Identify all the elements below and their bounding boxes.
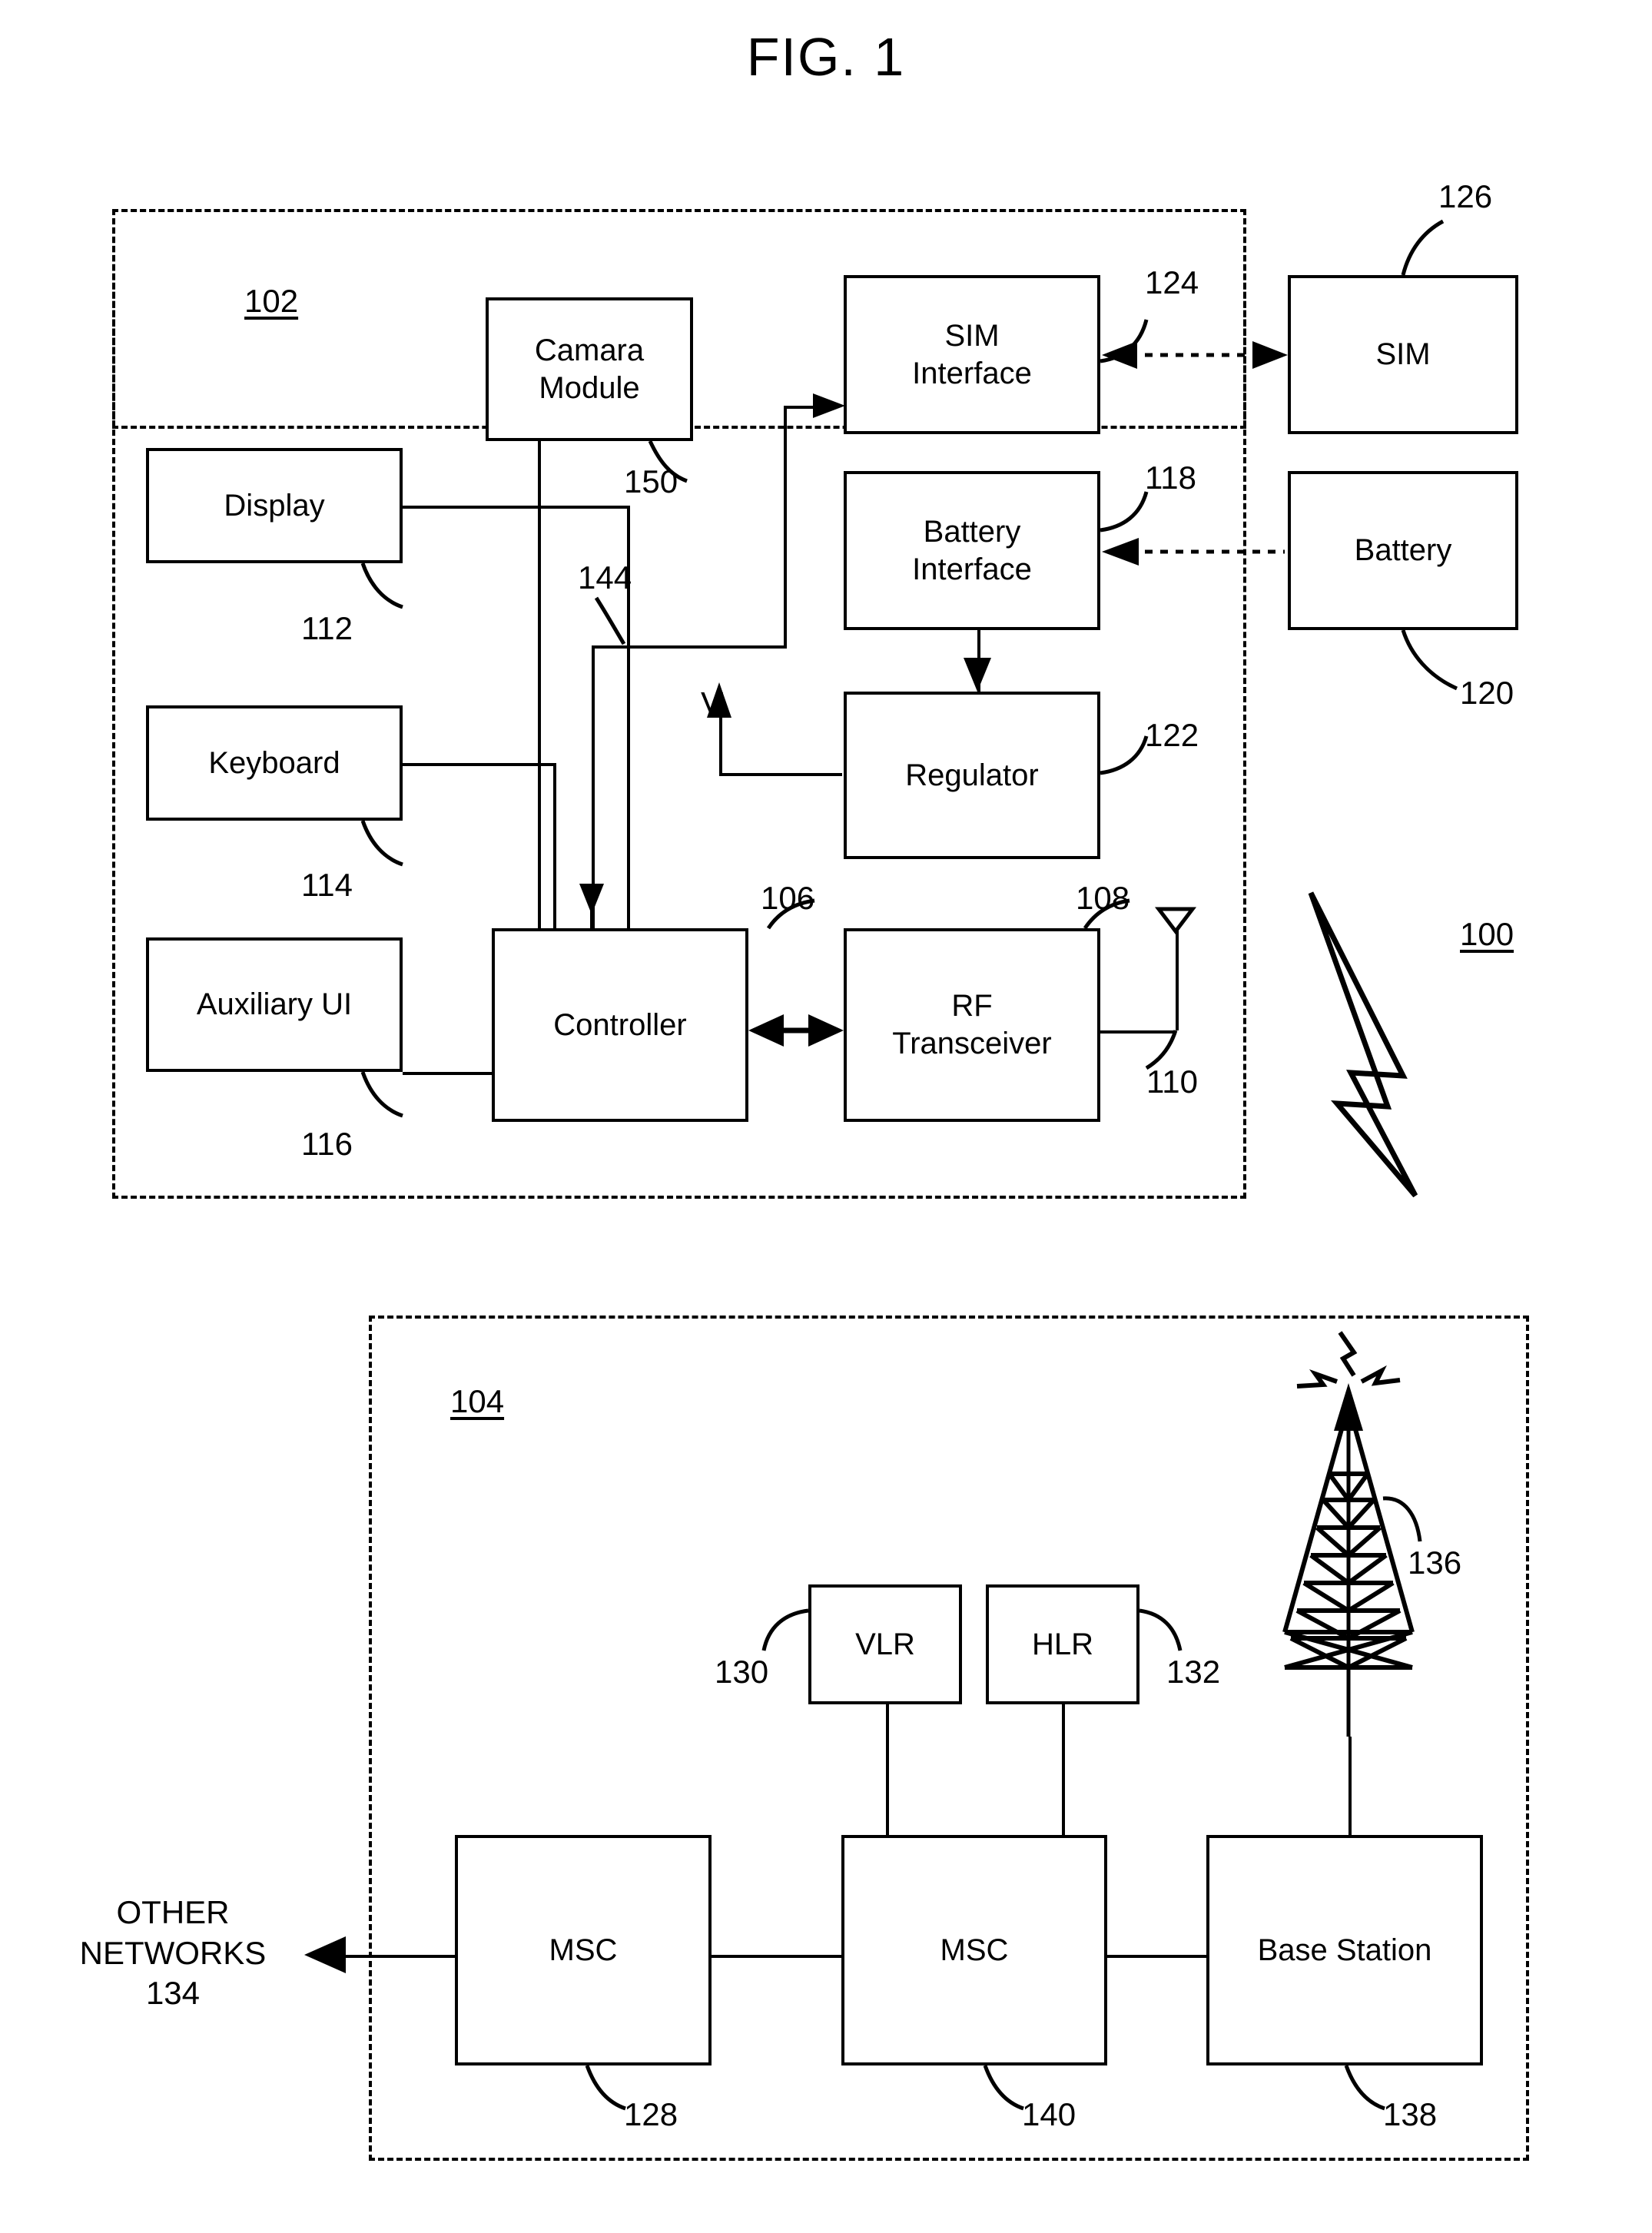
patent-figure-page: FIG. 1 102 104 Display 112 Keyboard 114 … [0, 0, 1652, 2233]
auxiliary-ui-label: Auxiliary UI [196, 987, 353, 1022]
vlr-block[interactable]: VLR [808, 1584, 962, 1704]
msc-left-ref: 128 [624, 2096, 678, 2132]
wire-msc-left-to-center [711, 1955, 841, 1958]
base-station-label: Base Station [1257, 1933, 1432, 1967]
system-ref: 100 [1460, 916, 1514, 952]
hlr-block[interactable]: HLR [986, 1584, 1139, 1704]
tower-ref: 136 [1408, 1545, 1462, 1581]
bus-144-ref: 144 [578, 559, 632, 596]
base-station-ref: 138 [1383, 2096, 1438, 2132]
wire-antenna-mast [1176, 928, 1179, 1030]
network-ref: 104 [450, 1383, 505, 1419]
wire-rf-to-antenna [1100, 1030, 1176, 1034]
controller-label: Controller [553, 1007, 687, 1042]
sim-interface-block[interactable]: SIM Interface [844, 275, 1100, 434]
wire-bus-144-horizontal [592, 645, 784, 649]
hlr-label: HLR [1031, 1627, 1094, 1661]
camera-module-ref: 150 [624, 463, 678, 499]
battery-ref: 120 [1460, 675, 1514, 711]
figure-title: FIG. 1 [746, 27, 906, 87]
mobile-device-ref: 102 [244, 283, 299, 319]
camera-module-label: Camara Module [534, 333, 645, 405]
sim-interface-label: SIM Interface [912, 318, 1032, 390]
wire-base-station-to-tower [1348, 1737, 1352, 1837]
wire-bus-144-to-sim-interface [784, 406, 822, 409]
msc-left-block[interactable]: MSC [455, 1835, 712, 2065]
wire-bus-144-riser [784, 406, 787, 649]
antenna-ref: 110 [1146, 1063, 1198, 1100]
wire-regulator-output [719, 773, 842, 776]
wire-battery-interface-to-regulator [977, 630, 980, 692]
wire-display-to-controller [403, 506, 627, 509]
other-networks-label: OTHER NETWORKS 134 [79, 1894, 267, 2011]
leader-battery [1401, 629, 1458, 691]
base-station-block[interactable]: Base Station [1206, 1835, 1483, 2065]
leader-sim [1401, 219, 1445, 276]
keyboard-label: Keyboard [208, 745, 340, 780]
regulator-ref: 122 [1145, 717, 1199, 753]
wire-msc-center-to-base-station [1106, 1955, 1206, 1958]
battery-label: Battery [1354, 533, 1452, 568]
battery-interface-ref: 118 [1145, 460, 1196, 496]
wire-msc-to-other-networks [330, 1955, 455, 1958]
battery-block[interactable]: Battery [1288, 471, 1518, 630]
rf-transceiver-label: RF Transceiver [892, 989, 1052, 1060]
camera-module-block[interactable]: Camara Module [486, 297, 693, 441]
display-label: Display [224, 488, 325, 523]
display-ref: 112 [301, 610, 353, 646]
auxiliary-ui-block[interactable]: Auxiliary UI [146, 937, 403, 1072]
rf-link-lightning-icon [1308, 891, 1418, 1198]
display-block[interactable]: Display [146, 448, 403, 563]
keyboard-block[interactable]: Keyboard [146, 705, 403, 821]
keyboard-ref: 114 [301, 867, 353, 903]
sim-block[interactable]: SIM [1288, 275, 1518, 434]
msc-center-ref: 140 [1022, 2096, 1076, 2132]
regulator-block[interactable]: Regulator [844, 692, 1100, 859]
rf-transceiver-ref: 108 [1076, 880, 1130, 916]
msc-center-label: MSC [940, 1933, 1009, 1967]
battery-interface-label: Battery Interface [912, 514, 1032, 586]
vlr-label: VLR [855, 1627, 915, 1661]
controller-ref: 106 [761, 880, 815, 916]
controller-block[interactable]: Controller [492, 928, 748, 1122]
wire-vlr-to-msc [886, 1704, 889, 1835]
msc-center-block[interactable]: MSC [841, 1835, 1107, 2065]
wire-hlr-to-msc [1062, 1704, 1065, 1835]
sim-interface-ref: 124 [1145, 264, 1199, 300]
hlr-ref: 132 [1166, 1654, 1221, 1690]
battery-interface-block[interactable]: Battery Interface [844, 471, 1100, 630]
sim-label: SIM [1375, 337, 1431, 372]
msc-left-label: MSC [549, 1933, 618, 1967]
wire-keyboard-to-controller [403, 763, 553, 766]
arrowhead-sim-right [1252, 341, 1288, 369]
rf-transceiver-block[interactable]: RF Transceiver [844, 928, 1100, 1122]
voltage-label: V [701, 685, 724, 723]
sim-ref: 126 [1438, 178, 1493, 214]
auxiliary-ui-ref: 116 [301, 1126, 353, 1162]
regulator-label: Regulator [905, 758, 1039, 792]
vlr-ref: 130 [715, 1654, 769, 1690]
